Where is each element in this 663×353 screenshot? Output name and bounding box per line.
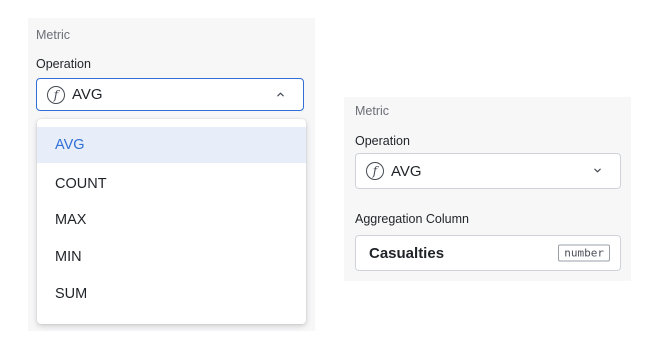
operation-dropdown-menu: AVG COUNT MAX MIN SUM <box>37 119 306 324</box>
chevron-up-icon[interactable] <box>276 90 285 99</box>
section-label-metric: Metric <box>355 104 390 118</box>
dropdown-option-max[interactable]: MAX <box>37 202 306 238</box>
operation-selected-value: AVG <box>391 162 422 180</box>
operation-select[interactable]: f AVG <box>36 78 304 111</box>
metric-panel-closed: Metric Operation f AVG Aggregation Colum… <box>344 97 631 281</box>
operation-selected-value: AVG <box>72 86 103 103</box>
dropdown-option-avg[interactable]: AVG <box>37 127 306 163</box>
operation-label: Operation <box>36 57 91 71</box>
dropdown-option-count[interactable]: COUNT <box>37 166 306 202</box>
dropdown-option-min[interactable]: MIN <box>37 239 306 275</box>
column-type-badge: number <box>558 244 610 262</box>
operation-label: Operation <box>355 134 410 148</box>
function-icon: f <box>366 162 384 180</box>
function-icon: f <box>47 85 65 104</box>
aggregation-column-value: Casualties <box>369 244 445 262</box>
dropdown-option-sum[interactable]: SUM <box>37 276 306 312</box>
section-label-metric: Metric <box>36 28 71 42</box>
aggregation-column-select[interactable]: Casualties number <box>355 235 621 271</box>
aggregation-column-label: Aggregation Column <box>355 212 469 226</box>
operation-select[interactable]: f AVG <box>355 153 621 189</box>
chevron-down-icon[interactable] <box>593 166 602 175</box>
